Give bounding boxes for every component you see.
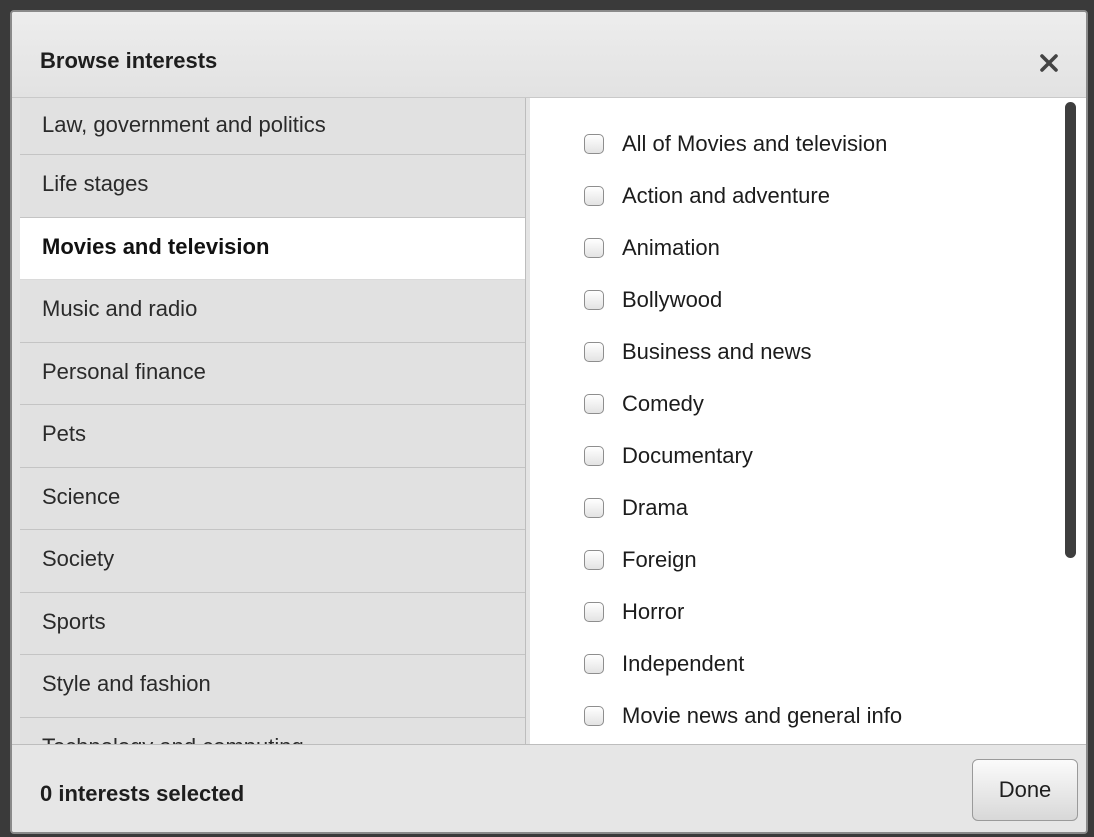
interest-label: Horror: [622, 599, 685, 624]
dialog-header: Browse interests: [12, 12, 1086, 98]
category-item[interactable]: Law, government and politics: [20, 98, 525, 155]
interest-label: Documentary: [622, 443, 753, 468]
category-item[interactable]: Life stages: [20, 155, 525, 218]
interest-option[interactable]: All of Movies and television: [584, 118, 902, 170]
interest-option[interactable]: Drama: [584, 482, 902, 534]
interest-checkbox[interactable]: [584, 394, 604, 414]
done-button[interactable]: Done: [972, 759, 1078, 821]
close-button[interactable]: [1034, 48, 1064, 78]
category-item[interactable]: Technology and computing: [20, 717, 525, 744]
interest-checkbox[interactable]: [584, 290, 604, 310]
interest-checkbox[interactable]: [584, 498, 604, 518]
interest-option[interactable]: Business and news: [584, 326, 902, 378]
subcategory-list: All of Movies and television Action and a…: [584, 118, 902, 744]
interest-checkbox[interactable]: [584, 342, 604, 362]
category-item[interactable]: Style and fashion: [20, 655, 525, 718]
subcategory-scrollbar[interactable]: [1065, 102, 1076, 558]
subcategory-panel: All of Movies and television Action and a…: [530, 98, 1086, 744]
interest-checkbox[interactable]: [584, 550, 604, 570]
interest-label: Independent: [622, 651, 745, 676]
interest-label: Business and news: [622, 339, 812, 364]
category-item[interactable]: Music and radio: [20, 280, 525, 343]
dialog-footer: 0 interests selected Done: [12, 744, 1086, 832]
interest-option[interactable]: Comedy: [584, 378, 902, 430]
interest-checkbox[interactable]: [584, 654, 604, 674]
close-icon: [1040, 54, 1058, 72]
interest-option[interactable]: Documentary: [584, 430, 902, 482]
interest-option[interactable]: Horror: [584, 586, 902, 638]
dialog-title: Browse interests: [40, 48, 218, 73]
interest-label: Movie news and general info: [622, 703, 903, 728]
interest-checkbox[interactable]: [584, 602, 604, 622]
interest-option[interactable]: Independent: [584, 638, 902, 690]
interest-label: Comedy: [622, 391, 704, 416]
interest-label: Bollywood: [622, 287, 723, 312]
interest-option[interactable]: Foreign: [584, 534, 902, 586]
interest-checkbox[interactable]: [584, 186, 604, 206]
interest-option[interactable]: Movie news and general info: [584, 690, 902, 742]
interest-checkbox[interactable]: [584, 706, 604, 726]
interest-checkbox[interactable]: [584, 238, 604, 258]
category-list[interactable]: Law, government and politics Life stages M…: [20, 98, 526, 744]
interest-label: Foreign: [622, 547, 697, 572]
interest-option[interactable]: Bollywood: [584, 274, 902, 326]
selected-count: 0 interests selected: [40, 781, 245, 806]
interest-checkbox[interactable]: [584, 446, 604, 466]
interest-label: Action and adventure: [622, 183, 830, 208]
interest-option[interactable]: Animation: [584, 222, 902, 274]
category-item[interactable]: Society: [20, 530, 525, 593]
interest-option[interactable]: Action and adventure: [584, 170, 902, 222]
category-item[interactable]: Sports: [20, 592, 525, 655]
dialog-body: Law, government and politics Life stages M…: [12, 98, 1086, 744]
category-item[interactable]: Science: [20, 467, 525, 530]
browse-interests-dialog: Browse interests Law, government and pol…: [10, 10, 1088, 834]
interest-label: Drama: [622, 495, 689, 520]
interest-checkbox[interactable]: [584, 134, 604, 154]
category-item[interactable]: Pets: [20, 405, 525, 468]
interest-label: Animation: [622, 235, 720, 260]
category-item[interactable]: Movies and television: [20, 217, 525, 280]
interest-label: All of Movies and television: [622, 131, 888, 156]
category-item[interactable]: Personal finance: [20, 342, 525, 405]
